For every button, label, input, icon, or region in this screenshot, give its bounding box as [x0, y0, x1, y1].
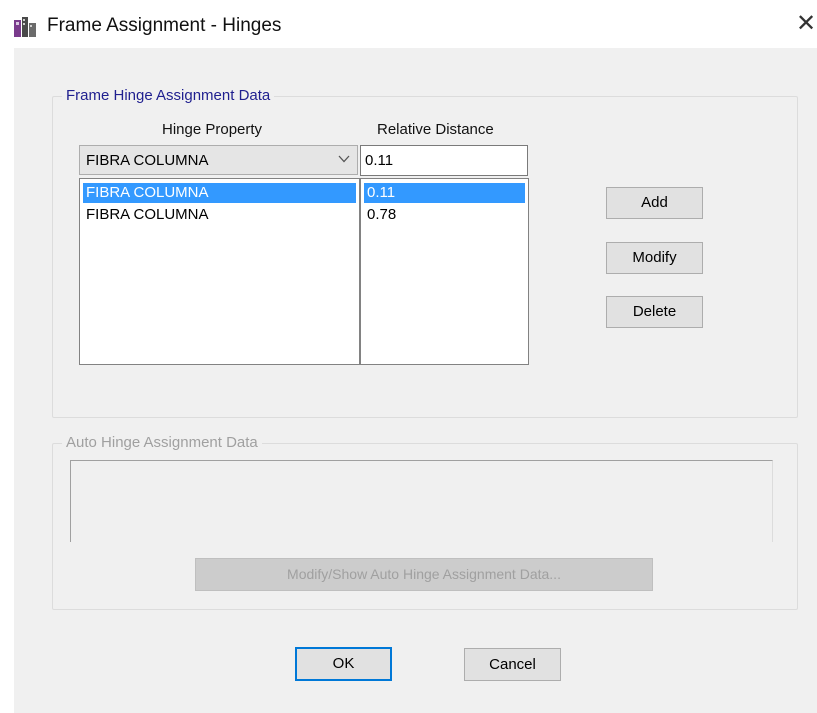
hinge-property-header: Hinge Property [162, 121, 263, 138]
cancel-button[interactable]: Cancel [464, 648, 561, 681]
modify-button[interactable]: Modify [606, 242, 703, 274]
window-title: Frame Assignment - Hinges [47, 15, 282, 36]
hinge-property-dropdown-value: FIBRA COLUMNA [86, 152, 209, 169]
auto-hinge-info-panel [70, 460, 773, 542]
ok-button[interactable]: OK [295, 647, 392, 681]
auto-hinge-info-text [71, 461, 772, 473]
auto-hinge-group-title: Auto Hinge Assignment Data [62, 434, 262, 451]
hinge-property-list[interactable]: FIBRA COLUMNA FIBRA COLUMNA [79, 178, 360, 365]
list-item[interactable]: FIBRA COLUMNA [83, 205, 356, 225]
relative-distance-header: Relative Distance [377, 121, 494, 138]
title-bar: Frame Assignment - Hinges ✕ [0, 0, 817, 50]
list-item[interactable]: FIBRA COLUMNA [83, 183, 356, 203]
hinge-property-dropdown[interactable]: FIBRA COLUMNA [79, 145, 358, 175]
app-icon [14, 17, 36, 37]
relative-distance-list[interactable]: 0.11 0.78 [360, 178, 529, 365]
frame-hinge-group-title: Frame Hinge Assignment Data [62, 87, 275, 104]
add-button[interactable]: Add [606, 187, 703, 219]
list-item[interactable]: 0.78 [364, 205, 525, 225]
relative-distance-input[interactable] [365, 152, 515, 169]
close-icon[interactable]: ✕ [796, 12, 816, 36]
delete-button[interactable]: Delete [606, 296, 703, 328]
list-item[interactable]: 0.11 [364, 183, 525, 203]
relative-distance-field[interactable] [360, 145, 528, 176]
chevron-down-icon[interactable] [338, 153, 350, 165]
modify-show-auto-hinge-button[interactable]: Modify/Show Auto Hinge Assignment Data..… [195, 558, 653, 591]
